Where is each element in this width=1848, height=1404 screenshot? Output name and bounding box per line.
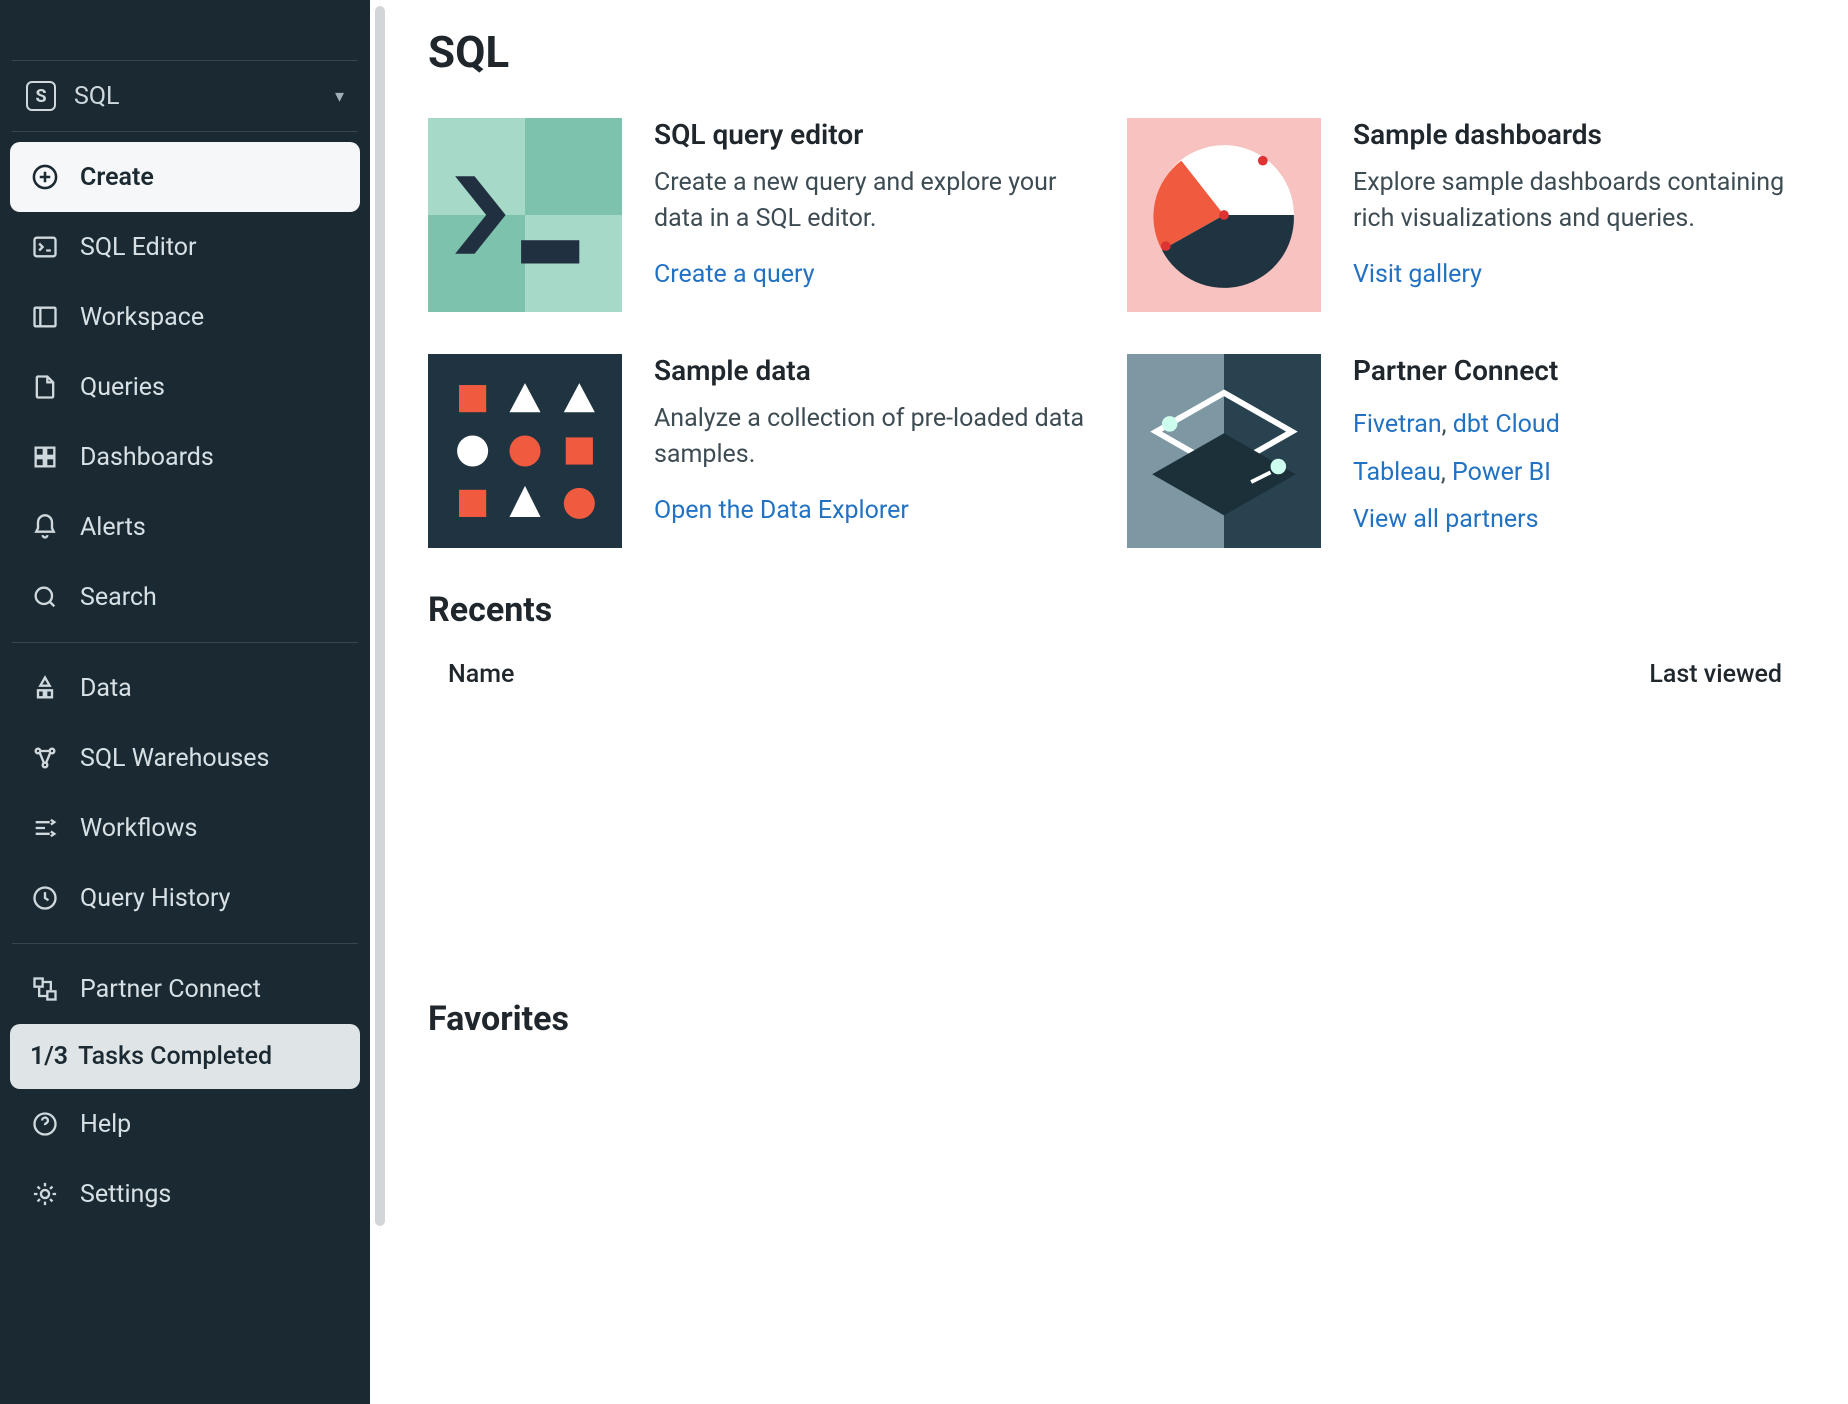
recents-table-header: Name Last viewed [428, 660, 1788, 689]
card-desc: Explore sample dashboards containing ric… [1353, 165, 1788, 238]
sidebar-item-tasks-completed[interactable]: 1/3 Tasks Completed [10, 1024, 360, 1089]
partner-link-fivetran[interactable]: Fivetran [1353, 410, 1442, 439]
favorites-heading: Favorites [428, 999, 1788, 1039]
open-data-explorer-link[interactable]: Open the Data Explorer [654, 496, 909, 525]
sidebar-item-queries[interactable]: Queries [10, 352, 360, 422]
card-title: SQL query editor [654, 118, 1089, 151]
sidebar-item-label: Query History [80, 886, 231, 911]
sidebar-item-label: Dashboards [80, 445, 214, 470]
sample-dashboards-illustration [1127, 118, 1321, 312]
persona-switcher[interactable]: S SQL ▾ [10, 71, 360, 121]
sidebar-item-label: Data [80, 676, 132, 701]
partner-connect-icon [30, 974, 60, 1004]
help-icon [30, 1109, 60, 1139]
recents-col-last-viewed: Last viewed [1649, 660, 1782, 689]
sidebar-item-search[interactable]: Search [10, 562, 360, 632]
sidebar-item-sql-warehouses[interactable]: SQL Warehouses [10, 723, 360, 793]
bell-icon [30, 512, 60, 542]
recents-heading: Recents [428, 590, 1788, 630]
recents-empty [428, 689, 1788, 989]
search-icon [30, 582, 60, 612]
document-icon [30, 372, 60, 402]
sidebar-item-data[interactable]: Data [10, 653, 360, 723]
card-title: Partner Connect [1353, 354, 1560, 387]
persona-badge-icon: S [26, 81, 56, 111]
card-sample-data: Sample data Analyze a collection of pre-… [428, 354, 1089, 548]
sidebar-item-label: SQL Warehouses [80, 746, 269, 771]
sidebar-item-settings[interactable]: Settings [10, 1159, 360, 1229]
sidebar-item-workspace[interactable]: Workspace [10, 282, 360, 352]
sidebar-item-label: Queries [80, 375, 165, 400]
sidebar-item-label: Settings [80, 1182, 171, 1207]
sql-editor-illustration [428, 118, 622, 312]
sidebar-item-label: Help [80, 1112, 131, 1137]
page-title: SQL [428, 26, 1788, 78]
terminal-icon [30, 232, 60, 262]
card-sample-dashboards: Sample dashboards Explore sample dashboa… [1127, 118, 1788, 312]
partner-connect-illustration [1127, 354, 1321, 548]
partner-links: Fivetran, dbt Cloud Tableau, Power BI Vi… [1353, 401, 1560, 544]
card-title: Sample dashboards [1353, 118, 1788, 151]
warehouse-icon [30, 743, 60, 773]
card-desc: Analyze a collection of pre-loaded data … [654, 401, 1089, 474]
sidebar-item-label: Search [80, 585, 157, 610]
partner-link-tableau[interactable]: Tableau [1353, 458, 1441, 487]
chevron-down-icon: ▾ [335, 86, 344, 107]
sidebar-item-help[interactable]: Help [10, 1089, 360, 1159]
sample-data-illustration [428, 354, 622, 548]
workflows-icon [30, 813, 60, 843]
sidebar-item-query-history[interactable]: Query History [10, 863, 360, 933]
partner-link-power-bi[interactable]: Power BI [1452, 458, 1551, 487]
sidebar: S SQL ▾ Create SQL Editor Workspace Quer… [0, 0, 370, 1404]
create-query-link[interactable]: Create a query [654, 260, 815, 289]
partner-link-dbt-cloud[interactable]: dbt Cloud [1453, 410, 1560, 439]
sidebar-item-sql-editor[interactable]: SQL Editor [10, 212, 360, 282]
view-all-partners-link[interactable]: View all partners [1353, 505, 1539, 534]
dashboard-icon [30, 442, 60, 472]
sidebar-item-alerts[interactable]: Alerts [10, 492, 360, 562]
card-title: Sample data [654, 354, 1089, 387]
sidebar-item-label: Partner Connect [80, 977, 261, 1002]
recents-col-name: Name [448, 660, 514, 689]
card-sql-query-editor: SQL query editor Create a new query and … [428, 118, 1089, 312]
sidebar-item-partner-connect[interactable]: Partner Connect [10, 954, 360, 1024]
gear-icon [30, 1179, 60, 1209]
sidebar-item-label: Workspace [80, 305, 204, 330]
scrollbar[interactable] [370, 0, 388, 1404]
sidebar-item-label: Workflows [80, 816, 197, 841]
card-partner-connect: Partner Connect Fivetran, dbt Cloud Tabl… [1127, 354, 1788, 548]
card-desc: Create a new query and explore your data… [654, 165, 1089, 238]
sidebar-item-workflows[interactable]: Workflows [10, 793, 360, 863]
sidebar-item-label: Tasks Completed [78, 1044, 272, 1069]
clock-icon [30, 883, 60, 913]
sidebar-item-dashboards[interactable]: Dashboards [10, 422, 360, 492]
main-content: SQL SQL query editor Create a new query … [388, 0, 1848, 1404]
sidebar-item-label: Alerts [80, 515, 146, 540]
persona-label: SQL [74, 82, 120, 111]
create-label: Create [80, 165, 154, 190]
tasks-count-badge: 1/3 [30, 1044, 68, 1069]
visit-gallery-link[interactable]: Visit gallery [1353, 260, 1482, 289]
data-icon [30, 673, 60, 703]
plus-circle-icon [30, 162, 60, 192]
workspace-icon [30, 302, 60, 332]
sidebar-item-label: SQL Editor [80, 235, 197, 260]
create-button[interactable]: Create [10, 142, 360, 212]
